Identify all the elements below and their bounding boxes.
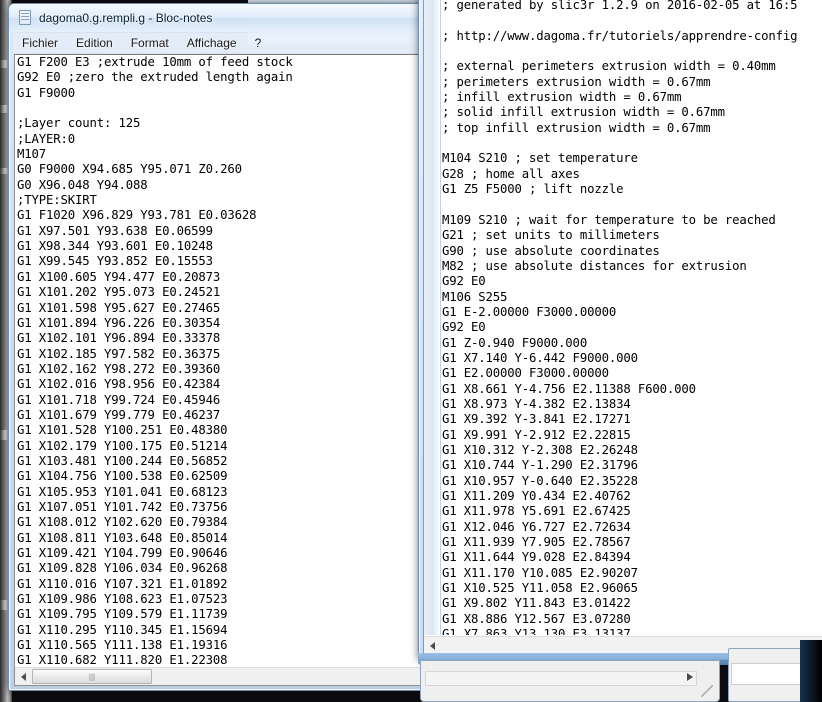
background-window-middle[interactable] — [420, 660, 720, 702]
menu-item-fichier[interactable]: Fichier — [13, 34, 67, 52]
scroll-right-arrow-icon[interactable] — [687, 673, 693, 681]
notepad-window[interactable]: dagoma0.g.rempli.g - Bloc-notes Fichier … — [8, 3, 428, 691]
scroll-left-arrow-icon[interactable] — [15, 668, 32, 685]
menu-item-edition[interactable]: Edition — [67, 34, 122, 52]
gcode-text-area[interactable]: ; generated by slic3r 1.2.9 on 2016-02-0… — [423, 0, 822, 655]
background-window-right-edge — [800, 640, 822, 702]
notepad-menubar[interactable]: Fichier Edition Format Affichage ? — [13, 33, 423, 53]
notepad-text-area[interactable]: G1 F200 E3 ;extrude 10mm of feed stock G… — [14, 54, 424, 686]
line-number-gutter — [424, 0, 441, 635]
gcode-viewer-window[interactable]: ; generated by slic3r 1.2.9 on 2016-02-0… — [418, 0, 822, 660]
notepad-document-icon — [17, 10, 33, 26]
window-title: dagoma0.g.rempli.g - Bloc-notes — [39, 11, 213, 25]
gcode-lines-before-selection: ; generated by slic3r 1.2.9 on 2016-02-0… — [442, 0, 798, 635]
resize-grip-icon[interactable] — [701, 685, 713, 697]
notepad-horizontal-scrollbar[interactable] — [15, 667, 423, 685]
menu-item-affichage[interactable]: Affichage — [178, 34, 246, 52]
background-dropdown-field[interactable] — [731, 663, 803, 685]
menu-item-help[interactable]: ? — [246, 34, 271, 52]
notepad-text-content[interactable]: G1 F200 E3 ;extrude 10mm of feed stock G… — [17, 55, 423, 666]
horizontal-scroll-thumb[interactable] — [32, 669, 152, 684]
gcode-text-content[interactable]: ; generated by slic3r 1.2.9 on 2016-02-0… — [442, 0, 822, 635]
scroll-left-arrow-icon[interactable] — [424, 637, 441, 654]
background-horizontal-scrollbar[interactable] — [425, 671, 697, 686]
menu-item-format[interactable]: Format — [122, 34, 178, 52]
notepad-titlebar[interactable]: dagoma0.g.rempli.g - Bloc-notes — [9, 4, 427, 32]
